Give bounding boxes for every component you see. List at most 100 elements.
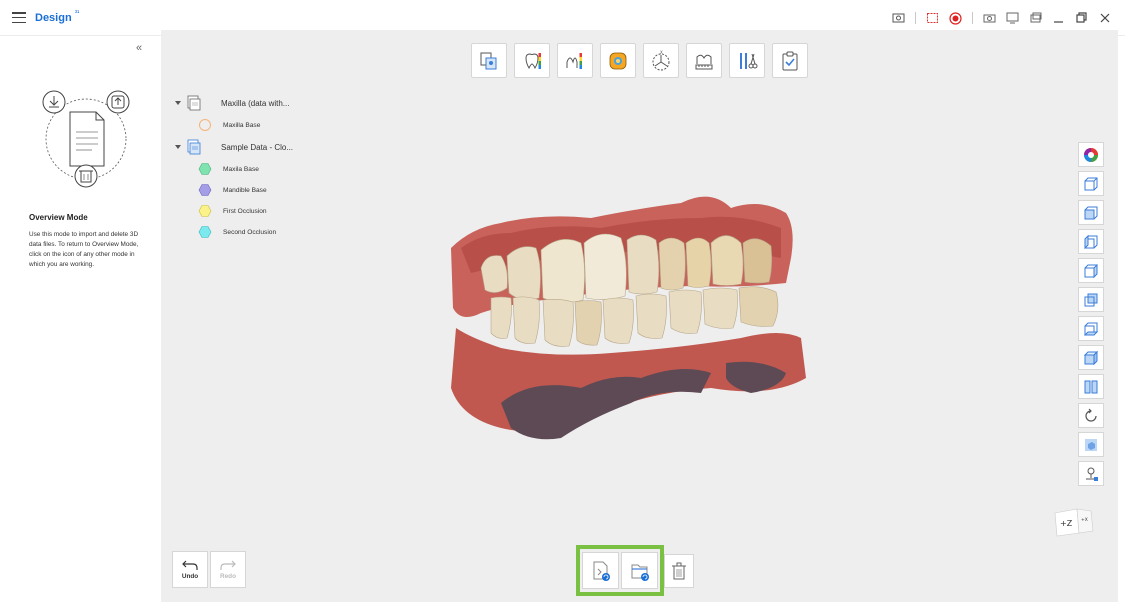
color-toggle-button[interactable] [1078,142,1104,167]
mode-title: Overview Mode [29,213,88,222]
mode-info-panel: « Overview Mode Use this mode to import … [8,36,161,602]
overview-mode-icon [480,52,497,69]
dental-scan-model[interactable] [441,188,821,443]
app-title-superscript: ³¹ [74,10,80,17]
tree-group-label: Sample Data - Clo... [221,142,294,152]
rotate-icon [1085,408,1097,422]
occlusion-mode-button[interactable] [600,43,636,78]
redo-button[interactable]: Redo [210,551,246,588]
cube-back-icon [1084,293,1098,306]
import-folder-button[interactable] [621,552,658,589]
separator [972,12,973,24]
orientation-x-label: +X [1081,517,1088,523]
redo-icon [220,560,236,570]
circle-marker-icon [199,119,211,131]
tree-item-first-occlusion[interactable]: First Occlusion [198,203,293,219]
shape-mode-button[interactable] [557,43,593,78]
hexagon-marker-icon [198,205,212,217]
view-top-button[interactable] [1078,200,1104,225]
menu-icon[interactable] [12,12,26,23]
trash-icon [672,562,686,580]
expand-caret-icon[interactable] [175,145,181,149]
import-folder-icon [631,564,649,581]
cube-top-icon [1084,206,1098,219]
tree-item-maxila-base[interactable]: Maxila Base [198,161,293,177]
tooth-margin-icon [525,52,541,69]
hexagon-marker-icon [198,226,212,238]
window-icon[interactable] [1029,12,1042,24]
rotate-view-button[interactable] [1078,403,1104,428]
split-view-icon [1084,380,1098,393]
minimize-icon[interactable] [1052,12,1065,24]
data-tree: Maxilla (data with... Maxilla Base Sampl… [175,94,293,245]
orientation-cube[interactable]: +Z +X [1053,507,1095,537]
tree-item-label: Maxila Base [223,165,259,173]
undo-button[interactable]: Undo [172,551,208,588]
trash-icon [74,164,98,188]
view-left-button[interactable] [1078,229,1104,254]
scan-file-icon [187,95,201,111]
screen-capture-icon[interactable] [892,12,905,24]
tree-item-label: Maxilla Base [223,121,261,129]
margin-mode-button[interactable] [514,43,550,78]
cube-iso-icon [1083,350,1099,365]
tree-item-label: First Occlusion [223,207,267,215]
tree-item-mandible-base[interactable]: Mandible Base [198,182,293,198]
view-front-button[interactable] [1078,171,1104,196]
view-right-button[interactable] [1078,258,1104,283]
delete-data-button[interactable] [664,554,694,588]
overview-mode-illustration [42,90,130,188]
undo-redo-group: Undo Redo [172,551,246,588]
section-cube-icon [1085,438,1097,451]
view-iso-button[interactable] [1078,345,1104,370]
camera-icon[interactable] [983,12,996,24]
mode-description: Use this mode to import and delete 3D da… [29,231,139,268]
redo-label: Redo [220,573,236,580]
separator [915,12,916,24]
scanner-icon [1086,467,1098,481]
import-icon [42,90,66,114]
3d-viewport[interactable]: X Maxilla (data with... Maxilla Base Sam… [161,30,1118,602]
mode-toolbar: X [471,43,808,78]
import-file-button[interactable] [582,552,619,589]
cube-left-icon [1084,234,1098,249]
tree-item-label: Second Occlusion [223,228,277,236]
tools-mode-button[interactable] [729,43,765,78]
finish-mode-button[interactable] [772,43,808,78]
clipboard-check-icon [782,51,798,70]
tools-icon [740,52,758,69]
cube-bottom-icon [1083,322,1099,335]
close-icon[interactable] [1098,12,1111,24]
orientation-mode-button[interactable]: X [643,43,679,78]
area-capture-icon[interactable] [926,12,939,24]
cube-front-icon [1084,177,1098,190]
restore-icon[interactable] [1075,12,1088,24]
tree-item-label: Mandible Base [223,186,267,194]
tree-item-second-occlusion[interactable]: Second Occlusion [198,224,293,240]
monitor-icon[interactable] [1006,12,1019,24]
tree-group-maxilla[interactable]: Maxilla (data with... [175,94,293,112]
record-icon[interactable] [949,11,962,25]
undo-icon [182,560,198,570]
measure-mode-button[interactable] [686,43,722,78]
color-wheel-icon [1084,147,1098,162]
export-icon [106,90,130,114]
scan-file-blue-icon [187,139,201,155]
scanner-view-button[interactable] [1078,461,1104,486]
split-view-button[interactable] [1078,374,1104,399]
hexagon-marker-icon [198,184,212,196]
occlusion-map-icon [609,52,627,69]
view-toolbar [1078,142,1104,486]
view-bottom-button[interactable] [1078,316,1104,341]
view-back-button[interactable] [1078,287,1104,312]
app-title: Design [35,11,72,24]
expand-caret-icon[interactable] [175,101,181,105]
tree-item-maxilla-base[interactable]: Maxilla Base [198,117,293,133]
section-view-button[interactable] [1078,432,1104,457]
axis-orientation-icon: X [652,50,670,70]
cube-right-icon [1084,263,1098,278]
overview-mode-button[interactable] [471,43,507,78]
collapse-panel-button[interactable]: « [136,42,142,54]
tree-group-sample-data[interactable]: Sample Data - Clo... [175,138,293,156]
import-actions-group [576,545,664,596]
